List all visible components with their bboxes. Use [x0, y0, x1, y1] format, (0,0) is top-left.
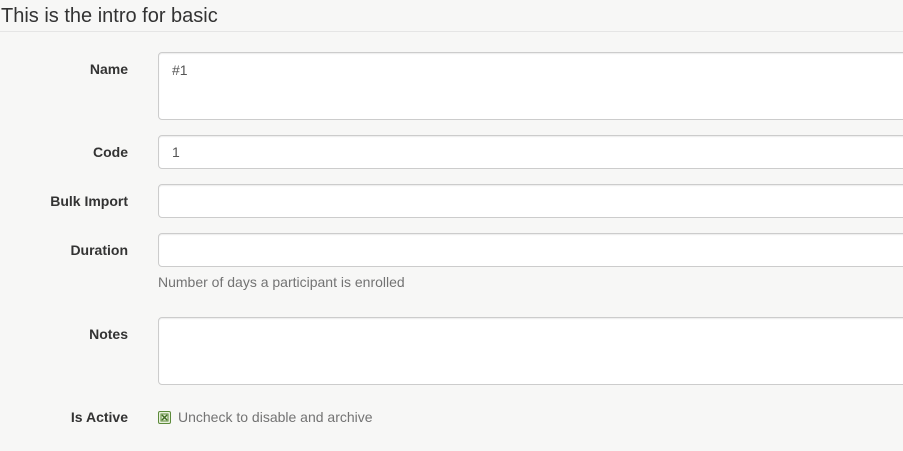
name-field[interactable]: #1	[158, 52, 903, 120]
duration-help-text: Number of days a participant is enrolled	[158, 274, 405, 290]
code-field[interactable]	[158, 135, 903, 169]
name-label: Name	[89, 61, 128, 77]
code-label: Code	[93, 144, 128, 160]
checkbox-checked-icon[interactable]	[158, 411, 171, 424]
bulk-import-field[interactable]	[158, 184, 903, 218]
bulk-import-label: Bulk Import	[50, 193, 128, 209]
duration-field[interactable]	[158, 233, 903, 267]
notes-field[interactable]	[158, 317, 903, 385]
intro-heading: This is the intro for basic	[1, 5, 218, 27]
is-active-help-text: Uncheck to disable and archive	[178, 409, 373, 425]
check-mark-icon	[160, 413, 169, 422]
intro-divider	[0, 31, 903, 32]
is-active-label: Is Active	[70, 409, 128, 425]
form-page: This is the intro for basic Name #1 Code…	[0, 0, 903, 451]
duration-label: Duration	[70, 242, 128, 258]
notes-label: Notes	[89, 326, 128, 342]
